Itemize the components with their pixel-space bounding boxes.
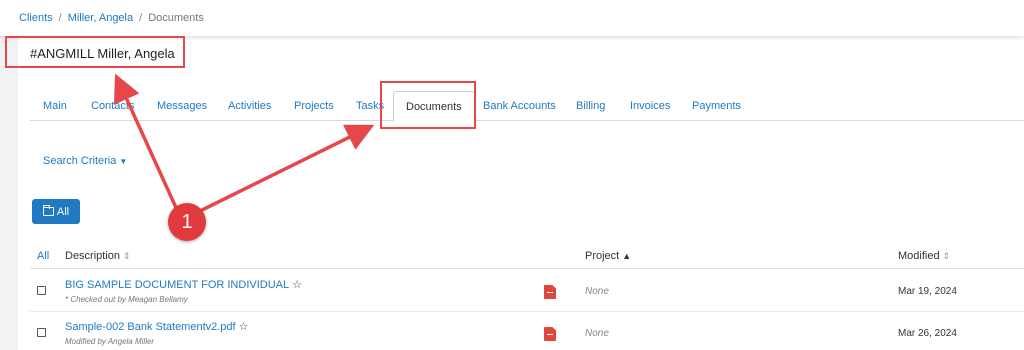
modified-date: Mar 26, 2024 [898, 328, 957, 339]
project-value: None [585, 328, 609, 339]
project-value: None [585, 286, 609, 297]
sort-ascending-icon: ▲ [622, 251, 632, 261]
sort-icon: ⇕ [123, 251, 131, 261]
sort-icon: ⇕ [942, 251, 951, 261]
tab-bank-accounts[interactable]: Bank Accounts [483, 91, 556, 121]
document-title-link[interactable]: Sample-002 Bank Statementv2.pdf ☆ [65, 320, 248, 333]
select-all-link[interactable]: All [37, 250, 49, 262]
column-modified-label: Modified [898, 250, 940, 262]
folder-icon [42, 205, 54, 216]
table-row: Sample-002 Bank Statementv2.pdf ☆ Modifie… [30, 312, 1024, 350]
annotation-step-badge: 1 [168, 203, 206, 241]
star-icon[interactable]: ☆ [292, 279, 302, 291]
row-checkbox[interactable] [37, 286, 46, 295]
breadcrumb-clients[interactable]: Clients [19, 12, 53, 24]
table-row: BIG SAMPLE DOCUMENT FOR INDIVIDUAL ☆ * Ch… [30, 270, 1024, 312]
column-project-label: Project [585, 250, 620, 262]
breadcrumb: Clients / Miller, Angela / Documents [19, 12, 204, 24]
breadcrumb-separator: / [139, 12, 143, 24]
column-project[interactable]: Project ▲ [585, 250, 631, 262]
annotation-highlight-documents-tab [380, 81, 476, 129]
column-description[interactable]: Description ⇕ [65, 250, 131, 262]
document-title: BIG SAMPLE DOCUMENT FOR INDIVIDUAL [65, 279, 290, 291]
tab-invoices[interactable]: Invoices [630, 91, 670, 121]
annotation-highlight-title [5, 36, 185, 68]
breadcrumb-current: Documents [148, 12, 204, 24]
tab-contacts[interactable]: Contacts [91, 91, 134, 121]
star-icon[interactable]: ☆ [239, 321, 249, 333]
pdf-file-icon[interactable] [544, 285, 556, 299]
all-button-label: All [56, 205, 70, 218]
row-checkbox[interactable] [37, 328, 46, 337]
modified-date: Mar 19, 2024 [898, 286, 957, 297]
document-title-link[interactable]: BIG SAMPLE DOCUMENT FOR INDIVIDUAL ☆ [65, 278, 302, 291]
tab-main[interactable]: Main [43, 91, 67, 121]
column-description-label: Description [65, 250, 121, 262]
search-criteria-label: Search Criteria [43, 155, 117, 167]
pdf-file-icon[interactable] [544, 327, 556, 341]
tab-billing[interactable]: Billing [576, 91, 605, 121]
search-criteria-toggle[interactable]: Search Criteria ▼ [43, 155, 127, 167]
all-folder-button[interactable]: All [32, 199, 80, 224]
tab-messages[interactable]: Messages [157, 91, 207, 121]
tab-projects[interactable]: Projects [294, 91, 334, 121]
document-status: * Checked out by Meagan Bellamy [65, 295, 188, 304]
tab-activities[interactable]: Activities [228, 91, 271, 121]
tab-payments[interactable]: Payments [692, 91, 741, 121]
breadcrumb-separator: / [58, 12, 62, 24]
document-status: Modified by Angela Miller [65, 337, 155, 346]
tab-bar: Main Contacts Messages Activities Projec… [30, 91, 1024, 122]
column-modified[interactable]: Modified ⇕ [898, 250, 950, 262]
caret-down-icon: ▼ [119, 157, 128, 166]
document-title: Sample-002 Bank Statementv2.pdf [65, 321, 236, 333]
breadcrumb-client[interactable]: Miller, Angela [68, 12, 133, 24]
table-header: All Description ⇕ Project ▲ Modified ⇕ [30, 242, 1024, 269]
top-bar: Clients / Miller, Angela / Documents [0, 0, 1024, 36]
